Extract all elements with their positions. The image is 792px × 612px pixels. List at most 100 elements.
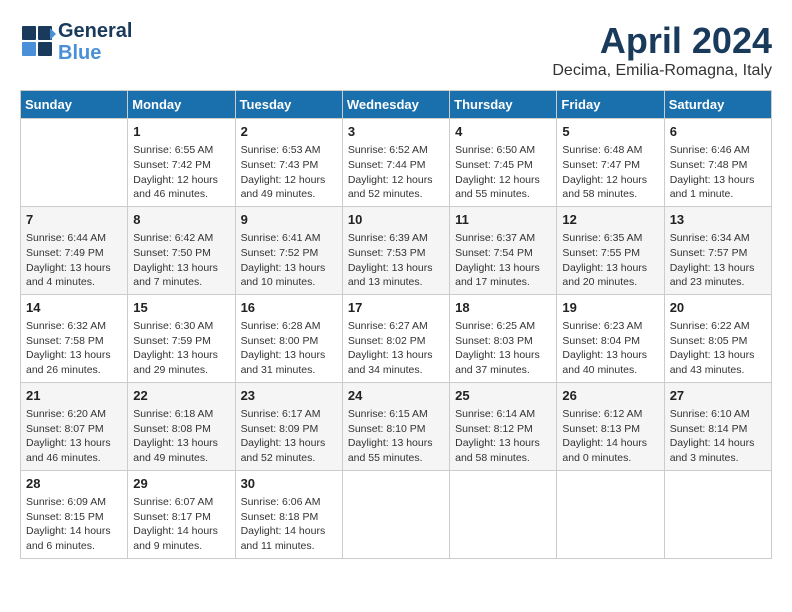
day-info: Sunrise: 6:14 AM Sunset: 8:12 PM Dayligh…	[455, 407, 551, 466]
page-header: GeneralBlue April 2024 Decima, Emilia-Ro…	[20, 20, 772, 80]
calendar-cell: 16Sunrise: 6:28 AM Sunset: 8:00 PM Dayli…	[235, 294, 342, 382]
day-number: 7	[26, 211, 122, 229]
calendar-cell: 22 Sunrise: 6:18 AM Sunset: 8:08 PM Dayli…	[128, 382, 235, 470]
day-number: 28	[26, 475, 122, 493]
day-info: Sunrise: 6:48 AM Sunset: 7:47 PM Dayligh…	[562, 143, 658, 202]
day-info: Sunrise: 6:10 AM Sunset: 8:14 PM Dayligh…	[670, 407, 766, 466]
calendar-cell: 26 Sunrise: 6:12 AM Sunset: 8:13 PM Dayli…	[557, 382, 664, 470]
calendar-cell: 4Sunrise: 6:50 AM Sunset: 7:45 PM Daylig…	[450, 119, 557, 207]
day-info: Sunrise: 6:37 AM Sunset: 7:54 PM Dayligh…	[455, 231, 551, 290]
calendar-cell: 10 Sunrise: 6:39 AM Sunset: 7:53 PM Dayli…	[342, 206, 449, 294]
calendar-week-row: 7 Sunrise: 6:44 AM Sunset: 7:49 PM Daylig…	[21, 206, 772, 294]
weekday-header-sunday: Sunday	[21, 91, 128, 119]
day-number: 24	[348, 387, 444, 405]
day-number: 29	[133, 475, 229, 493]
calendar-cell: 13 Sunrise: 6:34 AM Sunset: 7:57 PM Dayli…	[664, 206, 771, 294]
day-info: Sunrise: 6:25 AM Sunset: 8:03 PM Dayligh…	[455, 319, 551, 378]
calendar-cell: 3 Sunrise: 6:52 AM Sunset: 7:44 PM Daylig…	[342, 119, 449, 207]
day-number: 16	[241, 299, 337, 317]
calendar-table: SundayMondayTuesdayWednesdayThursdayFrid…	[20, 90, 772, 559]
calendar-cell: 8Sunrise: 6:42 AM Sunset: 7:50 PM Daylig…	[128, 206, 235, 294]
day-number: 14	[26, 299, 122, 317]
calendar-cell	[342, 470, 449, 558]
day-info: Sunrise: 6:52 AM Sunset: 7:44 PM Dayligh…	[348, 143, 444, 202]
day-number: 18	[455, 299, 551, 317]
day-info: Sunrise: 6:23 AM Sunset: 8:04 PM Dayligh…	[562, 319, 658, 378]
calendar-cell	[450, 470, 557, 558]
title-area: April 2024 Decima, Emilia-Romagna, Italy	[552, 20, 772, 80]
calendar-cell: 2 Sunrise: 6:53 AM Sunset: 7:43 PM Daylig…	[235, 119, 342, 207]
calendar-cell: 28 Sunrise: 6:09 AM Sunset: 8:15 PM Dayli…	[21, 470, 128, 558]
day-number: 15	[133, 299, 229, 317]
day-info: Sunrise: 6:22 AM Sunset: 8:05 PM Dayligh…	[670, 319, 766, 378]
calendar-cell: 9 Sunrise: 6:41 AM Sunset: 7:52 PM Daylig…	[235, 206, 342, 294]
day-number: 11	[455, 211, 551, 229]
day-number: 1	[133, 123, 229, 141]
calendar-cell: 29 Sunrise: 6:07 AM Sunset: 8:17 PM Dayli…	[128, 470, 235, 558]
weekday-header-row: SundayMondayTuesdayWednesdayThursdayFrid…	[21, 91, 772, 119]
day-number: 6	[670, 123, 766, 141]
day-number: 5	[562, 123, 658, 141]
day-number: 17	[348, 299, 444, 317]
day-number: 10	[348, 211, 444, 229]
day-number: 26	[562, 387, 658, 405]
weekday-header-tuesday: Tuesday	[235, 91, 342, 119]
day-number: 9	[241, 211, 337, 229]
calendar-cell: 30Sunrise: 6:06 AM Sunset: 8:18 PM Dayli…	[235, 470, 342, 558]
day-number: 4	[455, 123, 551, 141]
day-info: Sunrise: 6:39 AM Sunset: 7:53 PM Dayligh…	[348, 231, 444, 290]
calendar-cell: 17 Sunrise: 6:27 AM Sunset: 8:02 PM Dayli…	[342, 294, 449, 382]
day-info: Sunrise: 6:34 AM Sunset: 7:57 PM Dayligh…	[670, 231, 766, 290]
day-number: 20	[670, 299, 766, 317]
day-info: Sunrise: 6:30 AM Sunset: 7:59 PM Dayligh…	[133, 319, 229, 378]
calendar-cell: 1 Sunrise: 6:55 AM Sunset: 7:42 PM Daylig…	[128, 119, 235, 207]
day-number: 2	[241, 123, 337, 141]
calendar-cell: 15 Sunrise: 6:30 AM Sunset: 7:59 PM Dayli…	[128, 294, 235, 382]
calendar-cell: 5 Sunrise: 6:48 AM Sunset: 7:47 PM Daylig…	[557, 119, 664, 207]
calendar-cell: 19Sunrise: 6:23 AM Sunset: 8:04 PM Dayli…	[557, 294, 664, 382]
day-info: Sunrise: 6:12 AM Sunset: 8:13 PM Dayligh…	[562, 407, 658, 466]
day-info: Sunrise: 6:32 AM Sunset: 7:58 PM Dayligh…	[26, 319, 122, 378]
day-info: Sunrise: 6:46 AM Sunset: 7:48 PM Dayligh…	[670, 143, 766, 202]
month-year-title: April 2024	[552, 20, 772, 62]
day-info: Sunrise: 6:53 AM Sunset: 7:43 PM Dayligh…	[241, 143, 337, 202]
calendar-cell	[21, 119, 128, 207]
weekday-header-saturday: Saturday	[664, 91, 771, 119]
calendar-week-row: 28 Sunrise: 6:09 AM Sunset: 8:15 PM Dayli…	[21, 470, 772, 558]
day-info: Sunrise: 6:27 AM Sunset: 8:02 PM Dayligh…	[348, 319, 444, 378]
day-number: 8	[133, 211, 229, 229]
weekday-header-friday: Friday	[557, 91, 664, 119]
calendar-week-row: 14 Sunrise: 6:32 AM Sunset: 7:58 PM Dayli…	[21, 294, 772, 382]
day-info: Sunrise: 6:41 AM Sunset: 7:52 PM Dayligh…	[241, 231, 337, 290]
day-number: 3	[348, 123, 444, 141]
weekday-header-thursday: Thursday	[450, 91, 557, 119]
logo-text: GeneralBlue	[58, 20, 132, 64]
day-info: Sunrise: 6:20 AM Sunset: 8:07 PM Dayligh…	[26, 407, 122, 466]
day-number: 30	[241, 475, 337, 493]
calendar-week-row: 21 Sunrise: 6:20 AM Sunset: 8:07 PM Dayli…	[21, 382, 772, 470]
calendar-cell: 11 Sunrise: 6:37 AM Sunset: 7:54 PM Dayli…	[450, 206, 557, 294]
location-subtitle: Decima, Emilia-Romagna, Italy	[552, 62, 772, 80]
day-number: 25	[455, 387, 551, 405]
day-info: Sunrise: 6:15 AM Sunset: 8:10 PM Dayligh…	[348, 407, 444, 466]
calendar-cell	[664, 470, 771, 558]
day-info: Sunrise: 6:18 AM Sunset: 8:08 PM Dayligh…	[133, 407, 229, 466]
day-info: Sunrise: 6:44 AM Sunset: 7:49 PM Dayligh…	[26, 231, 122, 290]
logo: GeneralBlue	[20, 20, 132, 64]
calendar-cell: 6 Sunrise: 6:46 AM Sunset: 7:48 PM Daylig…	[664, 119, 771, 207]
calendar-cell: 27 Sunrise: 6:10 AM Sunset: 8:14 PM Dayli…	[664, 382, 771, 470]
day-number: 22	[133, 387, 229, 405]
calendar-cell: 21 Sunrise: 6:20 AM Sunset: 8:07 PM Dayli…	[21, 382, 128, 470]
day-number: 27	[670, 387, 766, 405]
calendar-cell: 18 Sunrise: 6:25 AM Sunset: 8:03 PM Dayli…	[450, 294, 557, 382]
weekday-header-monday: Monday	[128, 91, 235, 119]
day-info: Sunrise: 6:55 AM Sunset: 7:42 PM Dayligh…	[133, 143, 229, 202]
calendar-cell: 20 Sunrise: 6:22 AM Sunset: 8:05 PM Dayli…	[664, 294, 771, 382]
day-number: 13	[670, 211, 766, 229]
day-number: 21	[26, 387, 122, 405]
calendar-cell: 25 Sunrise: 6:14 AM Sunset: 8:12 PM Dayli…	[450, 382, 557, 470]
day-info: Sunrise: 6:17 AM Sunset: 8:09 PM Dayligh…	[241, 407, 337, 466]
day-info: Sunrise: 6:07 AM Sunset: 8:17 PM Dayligh…	[133, 495, 229, 554]
calendar-week-row: 1 Sunrise: 6:55 AM Sunset: 7:42 PM Daylig…	[21, 119, 772, 207]
day-info: Sunrise: 6:09 AM Sunset: 8:15 PM Dayligh…	[26, 495, 122, 554]
